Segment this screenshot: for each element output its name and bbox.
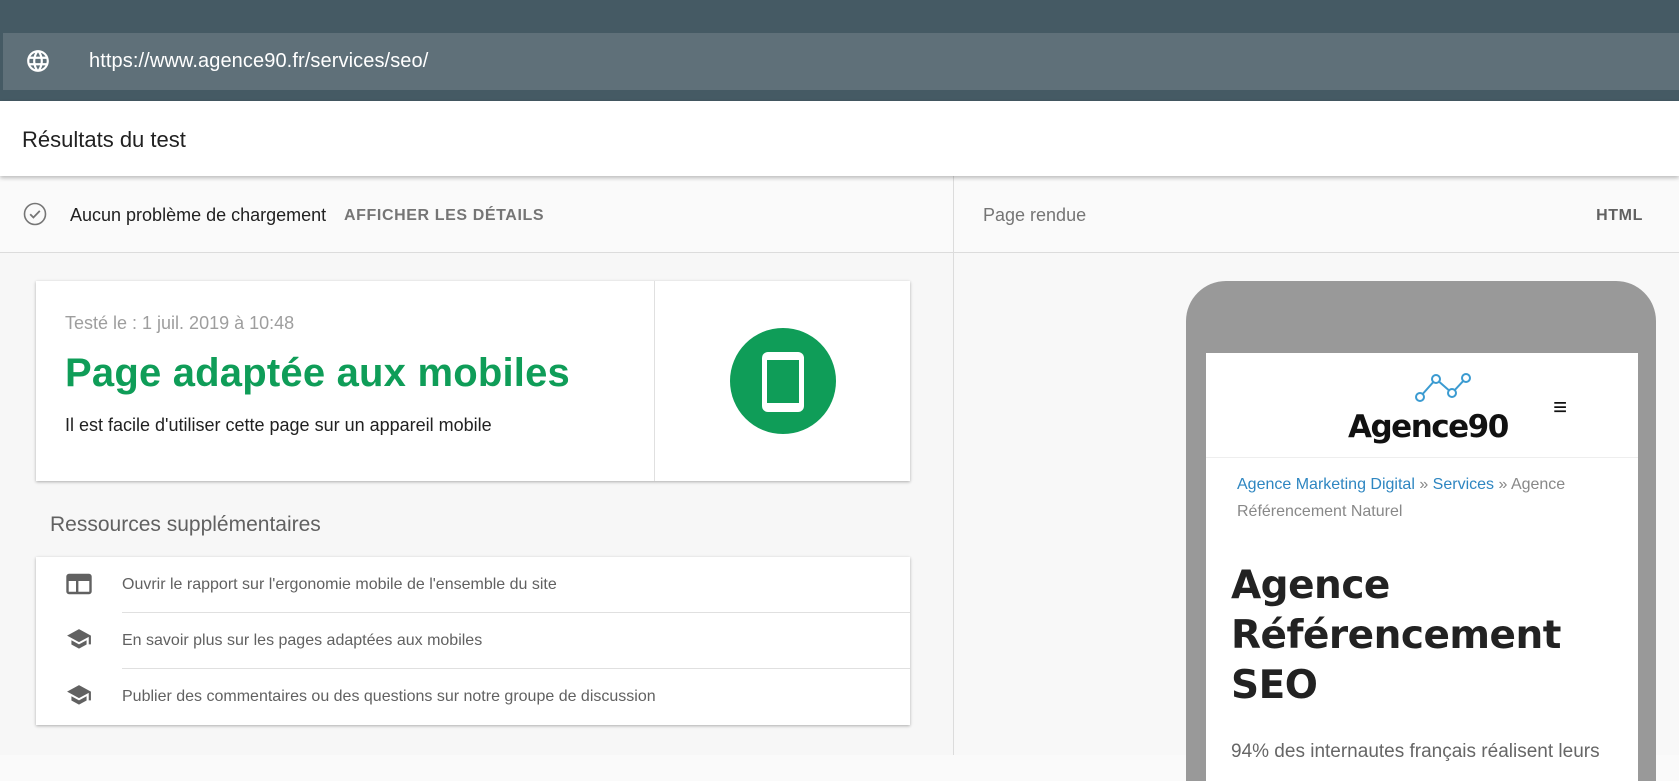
url-text: https://www.agence90.fr/services/seo/ [89,50,429,72]
left-panel: Aucun problème de chargement AFFICHER LE… [0,176,953,755]
result-subtitle: Il est facile d'utiliser cette page sur … [65,415,492,435]
phone-frame: Agence90 ≡ Agence Marketing Digital » Se… [1186,281,1656,781]
top-bar: https://www.agence90.fr/services/seo/ [0,0,1679,101]
rendered-page-screenshot[interactable]: Agence90 ≡ Agence Marketing Digital » Se… [1206,353,1638,781]
breadcrumb-separator: » [1414,476,1433,493]
check-circle-icon [23,202,47,226]
mobile-friendly-result-card: Testé le : 1 juil. 2019 à 10:48 Page ada… [36,281,910,481]
site-header: Agence90 ≡ [1206,353,1638,458]
globe-icon [25,48,51,74]
loading-status-text: Aucun problème de chargement [70,205,327,225]
breadcrumb-link-services[interactable]: Services [1433,476,1494,493]
resource-item-discussion-group[interactable]: Publier des commentaires ou des question… [36,669,910,725]
site-logo[interactable]: Agence90 [1340,371,1509,445]
breadcrumb-link-home[interactable]: Agence Marketing Digital [1237,476,1415,493]
resources-list: Ouvrir le rapport sur l'ergonomie mobile… [36,557,910,725]
rendered-page-header: Page rendue HTML [954,176,1679,253]
test-date: Testé le : 1 juil. 2019 à 10:48 [65,313,295,333]
school-icon [66,629,92,651]
resource-label: Publier des commentaires ou des question… [122,688,656,705]
results-header: Résultats du test [0,101,1679,176]
right-panel: Page rendue HTML Agence90 ≡ Agence Marke… [954,176,1679,781]
tab-html[interactable]: HTML [1596,207,1643,225]
tab-rendered-page[interactable]: Page rendue [983,205,1086,226]
loading-status-row: Aucun problème de chargement AFFICHER LE… [0,176,953,253]
site-paragraph: 94% des internautes français réalisent l… [1231,741,1600,762]
school-icon [66,685,92,707]
card-divider [654,281,655,481]
breadcrumb: Agence Marketing Digital » Services » Ag… [1237,471,1617,525]
hamburger-menu-icon[interactable]: ≡ [1553,394,1567,422]
web-layout-icon [66,573,92,595]
show-details-button[interactable]: AFFICHER LES DÉTAILS [344,207,544,225]
resource-label: En savoir plus sur les pages adaptées au… [122,632,483,649]
breadcrumb-separator: » [1494,476,1511,493]
site-heading: Agence Référencement SEO [1231,563,1561,708]
resource-item-learn-more[interactable]: En savoir plus sur les pages adaptées au… [36,613,910,669]
resources-title: Ressources supplémentaires [50,513,321,536]
resource-label: Ouvrir le rapport sur l'ergonomie mobile… [122,576,557,593]
result-headline: Page adaptée aux mobiles [65,351,570,395]
url-bar[interactable]: https://www.agence90.fr/services/seo/ [3,33,1679,90]
mobile-phone-icon [730,328,836,434]
logo-text: Agence90 [1348,409,1509,445]
page-title: Résultats du test [22,127,186,152]
resource-item-site-report[interactable]: Ouvrir le rapport sur l'ergonomie mobile… [36,557,910,613]
